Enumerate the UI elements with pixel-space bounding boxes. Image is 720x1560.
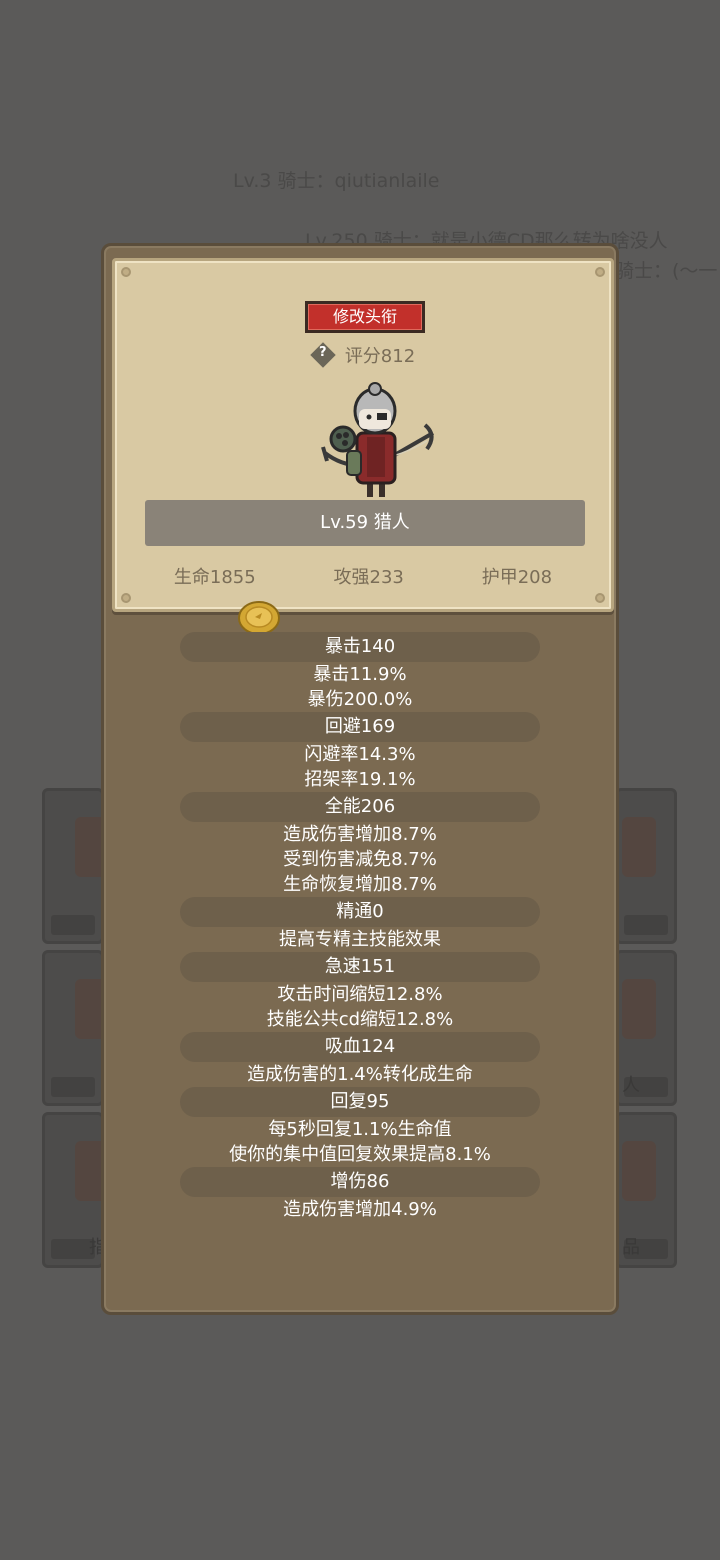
hp-stat: 生命1855 (173, 567, 256, 588)
attribute-detail: 造成伤害增加8.7% (283, 824, 437, 845)
attribute-detail: 暴伤200.0% (307, 689, 413, 710)
chat-message: 骑士：(～一 (615, 260, 718, 282)
slot-label-bar (624, 915, 668, 935)
score-label: 评分812 (344, 346, 416, 367)
attribute-detail: 受到伤害减免8.7% (283, 849, 437, 870)
attribute-header: 精通0 (180, 897, 540, 927)
equipment-slot (42, 950, 109, 1106)
attribute-detail: 招架率19.1% (304, 769, 416, 790)
attribute-header: 回复95 (180, 1087, 540, 1117)
attribute-header: 增伤86 (180, 1167, 540, 1197)
attribute-list: 暴击140 暴击11.9% 暴伤200.0% 回避169 闪避率14.3% 招架率19.1… (104, 632, 616, 1222)
slot-label-bar (51, 915, 95, 935)
character-stats-panel: 修改头衔 ? 评分812 Lv.59 猎人 生命1855 攻强233 护甲208… (101, 243, 619, 1315)
level-class-bar: Lv.59 猎人 (145, 500, 585, 546)
attribute-detail: 使你的集中值回复效果提高8.1% (229, 1144, 491, 1165)
slot-label: 人 (622, 1075, 640, 1096)
attribute-header: 急速151 (180, 952, 540, 982)
corner-tack-icon (595, 267, 605, 277)
chat-message: Lv.3 骑士：qiutianlaile (233, 170, 440, 192)
attribute-detail: 造成伤害的1.4%转化成生命 (247, 1064, 473, 1085)
character-card: 修改头衔 ? 评分812 Lv.59 猎人 生命1855 攻强233 护甲208 (112, 258, 614, 612)
equipment-slot: 品 (615, 1112, 677, 1268)
hunter-avatar (321, 382, 434, 497)
equipment-icon (622, 1141, 656, 1201)
attribute-header: 吸血124 (180, 1032, 540, 1062)
rename-title-button[interactable]: 修改头衔 (305, 301, 425, 333)
attribute-detail: 攻击时间缩短12.8% (277, 984, 443, 1005)
equipment-slot: 指 (42, 1112, 109, 1268)
equipment-slot: 人 (615, 950, 677, 1106)
attack-stat: 攻强233 (333, 567, 404, 588)
gold-coin-icon (238, 601, 280, 635)
attribute-detail: 提高专精主技能效果 (279, 929, 441, 950)
help-icon[interactable]: ? (310, 342, 336, 368)
attribute-detail: 技能公共cd缩短12.8% (266, 1009, 454, 1030)
armor-stat: 护甲208 (481, 567, 553, 588)
corner-tack-icon (121, 593, 131, 603)
equipment-slot (615, 788, 677, 944)
slot-label-bar (51, 1077, 95, 1097)
attribute-detail: 生命恢复增加8.7% (283, 874, 437, 895)
base-stats-row: 生命1855 攻强233 护甲208 (115, 563, 611, 589)
attribute-header: 全能206 (180, 792, 540, 822)
equipment-slot (42, 788, 109, 944)
attribute-header: 暴击140 (180, 632, 540, 662)
attribute-detail: 闪避率14.3% (304, 744, 416, 765)
attribute-detail: 每5秒回复1.1%生命值 (268, 1119, 452, 1140)
equipment-icon (622, 817, 656, 877)
slot-label: 品 (622, 1237, 640, 1258)
attribute-header: 回避169 (180, 712, 540, 742)
corner-tack-icon (595, 593, 605, 603)
corner-tack-icon (121, 267, 131, 277)
equipment-icon (622, 979, 656, 1039)
attribute-detail: 暴击11.9% (313, 664, 407, 685)
attribute-detail: 造成伤害增加4.9% (283, 1199, 437, 1220)
score-row: ? 评分812 (115, 341, 611, 369)
